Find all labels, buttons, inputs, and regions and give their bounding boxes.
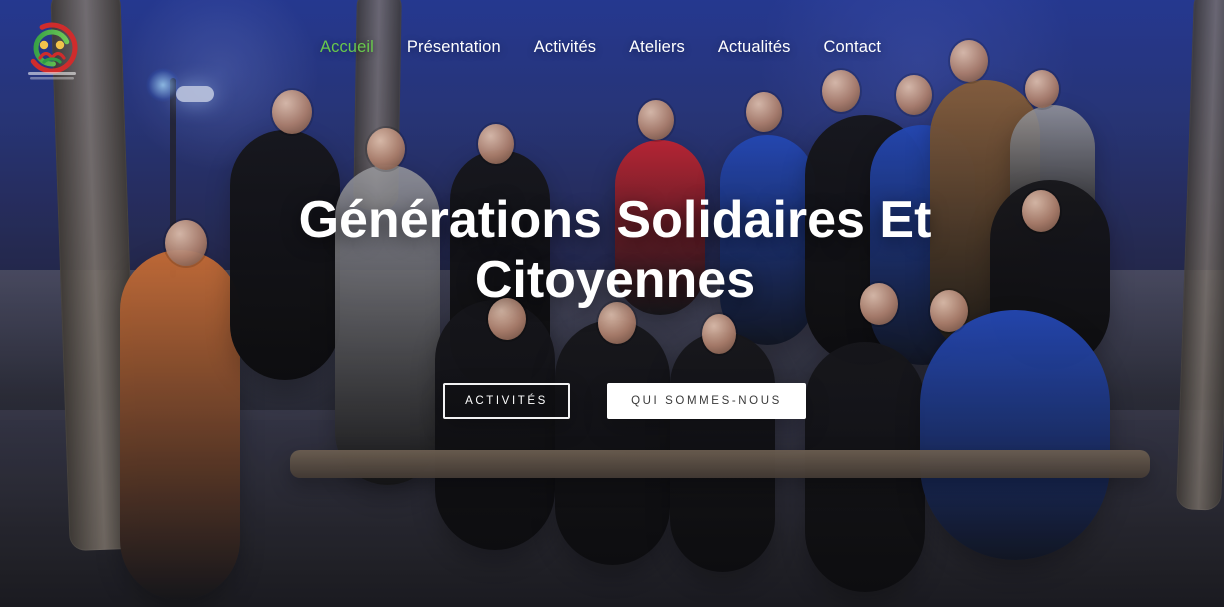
main-nav: Accueil Présentation Activités Ateliers …	[320, 36, 881, 59]
person	[805, 342, 925, 592]
person-head	[930, 290, 968, 332]
sky-glow	[0, 0, 1224, 607]
person	[720, 135, 815, 345]
tree-trunk	[353, 0, 402, 211]
hero-headline: Générations Solidaires Et Citoyennes	[298, 191, 932, 309]
person	[335, 165, 440, 485]
person-head	[478, 124, 514, 164]
person	[615, 140, 705, 315]
person	[120, 250, 240, 600]
person-head	[860, 283, 898, 325]
hero-section: Accueil Présentation Activités Ateliers …	[0, 0, 1224, 607]
ground	[0, 410, 1224, 607]
person-head	[746, 92, 782, 132]
person-head	[950, 40, 988, 82]
person-head	[598, 302, 636, 344]
person	[230, 130, 340, 380]
person	[450, 150, 550, 390]
person	[1010, 105, 1095, 245]
association-logo-icon	[18, 18, 86, 84]
person-head	[1022, 190, 1060, 232]
street-light-pole	[170, 78, 176, 278]
person	[870, 125, 975, 365]
person-head	[896, 75, 932, 115]
person	[805, 115, 925, 365]
street-light-glow	[146, 68, 180, 102]
person-head	[1025, 70, 1059, 108]
bench	[290, 450, 1150, 478]
person-head	[367, 128, 405, 170]
site-header: Accueil Présentation Activités Ateliers …	[0, 0, 1224, 95]
nav-link-accueil[interactable]: Accueil	[320, 36, 374, 59]
nav-link-activites[interactable]: Activités	[534, 36, 596, 59]
person-head	[822, 70, 860, 112]
street-light-head	[176, 86, 214, 102]
person-head	[165, 220, 207, 266]
nav-link-contact[interactable]: Contact	[823, 36, 881, 59]
person	[990, 180, 1110, 370]
nav-link-ateliers[interactable]: Ateliers	[629, 36, 685, 59]
activites-button[interactable]: ACTIVITÉS	[443, 383, 570, 419]
person-head	[488, 298, 526, 340]
hero-overlay	[0, 0, 1224, 607]
person-head	[638, 100, 674, 140]
qui-sommes-nous-button[interactable]: QUI SOMMES-NOUS	[607, 383, 806, 419]
nav-link-presentation[interactable]: Présentation	[407, 36, 501, 59]
person	[435, 300, 555, 550]
person	[930, 80, 1040, 355]
nav-link-actualites[interactable]: Actualités	[718, 36, 791, 59]
person-head	[702, 314, 736, 354]
person-head	[272, 90, 312, 134]
group-photo	[110, 40, 1120, 607]
person	[670, 332, 775, 572]
site-logo[interactable]	[18, 18, 86, 84]
person	[555, 320, 670, 565]
person	[920, 310, 1110, 560]
tree-trunk	[1175, 0, 1224, 511]
